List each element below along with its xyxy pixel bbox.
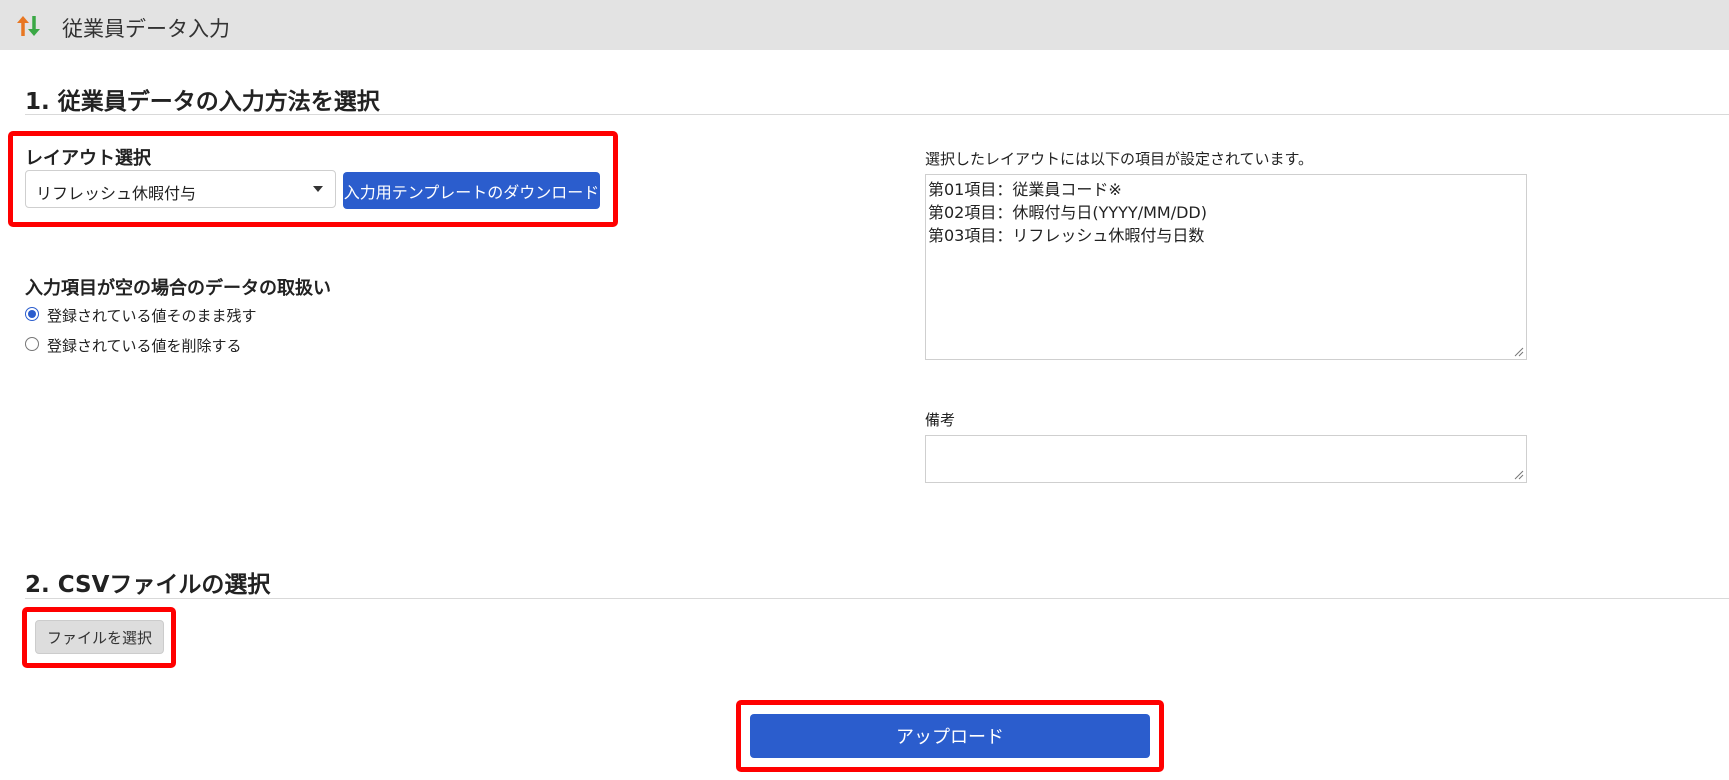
field-line: 第03項目：リフレッシュ休暇付与日数 xyxy=(928,226,1205,245)
layout-select-label: レイアウト選択 xyxy=(25,148,151,169)
radio-button-unchecked[interactable] xyxy=(25,337,39,351)
section2-heading: 2. CSVファイルの選択 xyxy=(25,572,271,598)
empty-handling-label: 入力項目が空の場合のデータの取扱い xyxy=(25,278,331,299)
radio-button-checked[interactable] xyxy=(25,307,39,321)
fields-caption: 選択したレイアウトには以下の項目が設定されています。 xyxy=(925,150,1314,168)
fields-textarea[interactable]: 第01項目：従業員コード※ 第02項目：休暇付与日(YYYY/MM/DD) 第0… xyxy=(925,174,1527,360)
radio-keep-values-label: 登録されている値そのまま残す xyxy=(47,307,257,325)
window-title: 従業員データ入力 xyxy=(62,17,230,41)
upload-button[interactable]: アップロード xyxy=(750,714,1150,758)
layout-select[interactable]: リフレッシュ休暇付与 xyxy=(25,170,336,208)
resize-grip-icon[interactable] xyxy=(1514,347,1524,357)
section2-divider xyxy=(25,598,1729,599)
section1-divider xyxy=(25,114,1729,115)
title-bar: 従業員データ入力 xyxy=(0,0,1729,50)
section1-heading: 1. 従業員データの入力方法を選択 xyxy=(25,89,380,115)
caret-down-icon xyxy=(313,186,323,192)
download-template-button[interactable]: 入力用テンプレートのダウンロード xyxy=(343,172,600,209)
field-line: 第01項目：従業員コード※ xyxy=(928,180,1122,199)
resize-grip-icon[interactable] xyxy=(1514,470,1524,480)
choose-file-button[interactable]: ファイルを選択 xyxy=(35,620,164,654)
notes-label: 備考 xyxy=(925,411,956,429)
layout-select-value: リフレッシュ休暇付与 xyxy=(36,184,197,203)
radio-delete-values-label: 登録されている値を削除する xyxy=(47,337,242,355)
sort-arrows-icon xyxy=(17,16,40,36)
field-line: 第02項目：休暇付与日(YYYY/MM/DD) xyxy=(928,203,1207,222)
notes-textarea[interactable] xyxy=(925,435,1527,483)
